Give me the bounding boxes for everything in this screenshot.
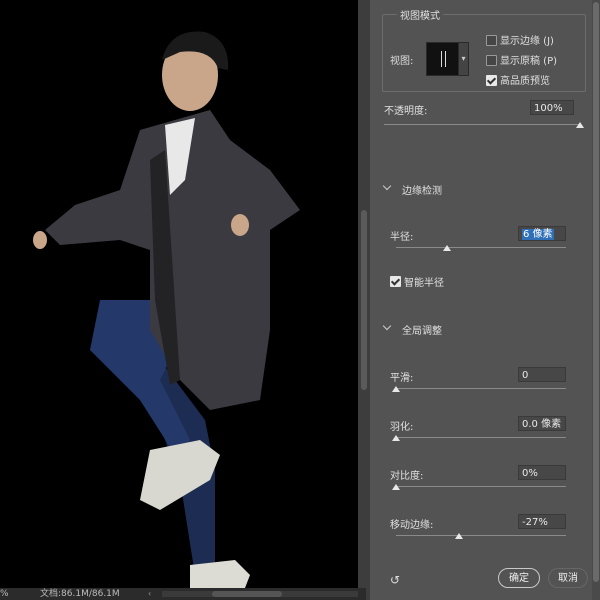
shift-edge-label: 移动边缘: <box>390 520 434 531</box>
smart-radius-checkbox[interactable] <box>390 276 401 287</box>
contrast-slider-handle[interactable] <box>392 484 400 490</box>
feather-field[interactable]: 0.0 像素 <box>518 416 566 431</box>
shift-edge-slider-handle[interactable] <box>454 533 463 539</box>
radius-track[interactable] <box>396 247 566 248</box>
panel-scrollbar[interactable] <box>592 0 600 600</box>
refine-edge-panel: 视图模式 视图: ▾ 显示边缘 (J) 显示原稿 (P) 高品质预览 不透明度:… <box>370 0 600 600</box>
silhouette-icon <box>441 51 446 67</box>
scroll-thumb[interactable] <box>593 2 599 582</box>
status-arrow-icon[interactable]: ‹ <box>148 588 151 600</box>
shift-edge-field[interactable]: -27% <box>518 514 566 529</box>
show-edge-label: 显示边缘 (J) <box>500 36 554 47</box>
high-quality-preview-checkbox[interactable] <box>486 75 497 86</box>
smooth-field[interactable]: 0 <box>518 367 566 382</box>
high-quality-preview-label: 高品质预览 <box>500 76 550 87</box>
feather-label: 羽化: <box>390 422 414 433</box>
opacity-slider-handle[interactable] <box>576 122 584 128</box>
radius-slider-handle[interactable] <box>443 245 451 251</box>
opacity-field[interactable]: 100% <box>530 100 574 115</box>
chevron-down-icon[interactable] <box>382 181 392 191</box>
smooth-label: 平滑: <box>390 373 414 384</box>
smart-radius-label: 智能半径 <box>404 278 444 289</box>
canvas-horizontal-scrollbar[interactable] <box>162 591 358 597</box>
chevron-down-icon[interactable]: ▾ <box>458 42 469 76</box>
radius-label: 半径: <box>390 232 414 243</box>
view-mode-legend: 视图模式 <box>397 7 443 22</box>
contrast-field[interactable]: 0% <box>518 465 566 480</box>
feather-slider-handle[interactable] <box>392 435 400 441</box>
chevron-down-icon[interactable] <box>382 321 392 331</box>
edge-detection-title: 边缘检测 <box>402 186 442 197</box>
smooth-track[interactable] <box>396 388 566 389</box>
smooth-slider-handle[interactable] <box>392 386 400 392</box>
contrast-label: 对比度: <box>390 471 424 482</box>
contrast-track[interactable] <box>396 486 566 487</box>
show-original-label: 显示原稿 (P) <box>500 56 558 67</box>
status-bar: % 文档:86.1M/86.1M ‹ <box>0 588 366 600</box>
person-cutout-image <box>33 31 300 588</box>
reset-icon[interactable]: ↺ <box>390 573 400 587</box>
opacity-label: 不透明度: <box>384 106 428 117</box>
show-edge-checkbox[interactable] <box>486 35 497 46</box>
scroll-thumb[interactable] <box>212 591 282 597</box>
shift-edge-track[interactable] <box>396 535 566 536</box>
view-label: 视图: <box>390 56 414 67</box>
zoom-readout[interactable]: % <box>0 588 9 600</box>
radius-field[interactable]: 6 像素 <box>518 226 566 241</box>
view-thumbnail[interactable] <box>426 42 460 76</box>
show-original-checkbox[interactable] <box>486 55 497 66</box>
ok-button[interactable]: 确定 <box>498 568 540 588</box>
feather-track[interactable] <box>396 437 566 438</box>
canvas-vertical-scrollbar[interactable] <box>358 0 370 600</box>
opacity-track[interactable] <box>384 124 580 125</box>
global-refine-title: 全局调整 <box>402 326 442 337</box>
radius-value: 6 像素 <box>522 229 554 240</box>
document-canvas[interactable] <box>0 0 366 588</box>
doc-size-readout: 文档:86.1M/86.1M <box>40 589 120 599</box>
cancel-button[interactable]: 取消 <box>548 568 588 588</box>
scroll-thumb[interactable] <box>361 210 367 390</box>
